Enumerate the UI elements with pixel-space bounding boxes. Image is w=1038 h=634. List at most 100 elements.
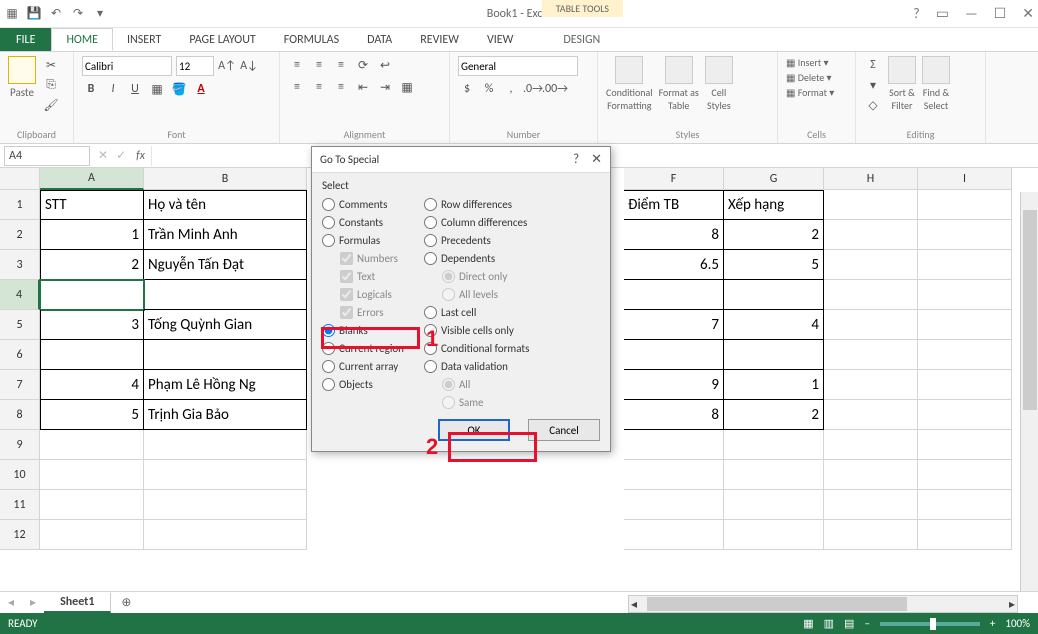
tab-design[interactable]: DESIGN bbox=[549, 28, 614, 51]
radio-data-validation[interactable]: Data validation bbox=[424, 360, 529, 373]
clear-icon[interactable]: ◇ bbox=[864, 96, 882, 114]
help-icon[interactable]: ? bbox=[913, 5, 920, 22]
cell[interactable] bbox=[624, 520, 724, 550]
radio-formulas[interactable]: Formulas bbox=[322, 234, 404, 247]
hscroll-left-icon[interactable]: ◂ bbox=[631, 597, 637, 612]
cell[interactable]: 8 bbox=[624, 220, 724, 250]
ok-button[interactable]: OK bbox=[438, 419, 510, 441]
cell[interactable]: 2 bbox=[40, 250, 144, 280]
cell[interactable]: Nguyễn Tấn Đạt bbox=[144, 250, 307, 280]
cell[interactable] bbox=[918, 490, 1012, 520]
cell[interactable] bbox=[918, 520, 1012, 550]
copy-icon[interactable]: ⎘ bbox=[42, 76, 60, 94]
underline-button[interactable]: U bbox=[126, 80, 144, 98]
radio-col-diff[interactable]: Column differences bbox=[424, 216, 529, 229]
cell[interactable]: Tống Quỳnh Gian bbox=[144, 310, 307, 340]
cell[interactable]: Xếp hạng bbox=[724, 190, 824, 220]
row-header[interactable]: 10 bbox=[0, 460, 40, 490]
cell[interactable] bbox=[918, 370, 1012, 400]
cell[interactable] bbox=[824, 250, 918, 280]
cell[interactable] bbox=[824, 220, 918, 250]
cell[interactable]: 3 bbox=[40, 310, 144, 340]
cancel-formula-icon[interactable]: ✕ bbox=[94, 148, 112, 163]
cell[interactable] bbox=[824, 370, 918, 400]
cell[interactable] bbox=[40, 490, 144, 520]
radio-current-array[interactable]: Current array bbox=[322, 360, 404, 373]
radio-blanks[interactable]: Blanks bbox=[322, 324, 404, 337]
undo-icon[interactable]: ↶ bbox=[48, 6, 64, 22]
cell[interactable] bbox=[824, 310, 918, 340]
cell[interactable] bbox=[918, 340, 1012, 370]
cell[interactable] bbox=[824, 280, 918, 310]
conditional-formatting-button[interactable]: Conditional Formatting bbox=[606, 56, 653, 112]
row-header[interactable]: 4 bbox=[0, 280, 40, 310]
cell[interactable] bbox=[918, 400, 1012, 430]
align-bottom-icon[interactable]: ≡ bbox=[332, 56, 350, 74]
row-header[interactable]: 6 bbox=[0, 340, 40, 370]
cell[interactable] bbox=[724, 460, 824, 490]
insert-cells-button[interactable]: ▦ Insert ▾ bbox=[786, 56, 847, 69]
cell[interactable] bbox=[40, 280, 144, 310]
tab-insert[interactable]: INSERT bbox=[113, 28, 175, 51]
radio-dependents[interactable]: Dependents bbox=[424, 252, 529, 265]
select-all-corner[interactable] bbox=[0, 168, 40, 190]
close-icon[interactable]: ✕ bbox=[1022, 5, 1034, 22]
cell[interactable]: 5 bbox=[724, 250, 824, 280]
sheet-nav-next-icon[interactable]: ▸ bbox=[22, 595, 44, 610]
col-header-I[interactable]: I bbox=[918, 168, 1012, 190]
italic-button[interactable]: I bbox=[104, 80, 122, 98]
cell[interactable] bbox=[824, 460, 918, 490]
radio-comments[interactable]: Comments bbox=[322, 198, 404, 211]
cell[interactable] bbox=[40, 460, 144, 490]
fill-color-icon[interactable]: 🪣 bbox=[170, 80, 188, 98]
radio-last-cell[interactable]: Last cell bbox=[424, 306, 529, 319]
cancel-button[interactable]: Cancel bbox=[528, 419, 600, 441]
cell[interactable] bbox=[624, 340, 724, 370]
cell[interactable] bbox=[144, 280, 307, 310]
cell[interactable]: 2 bbox=[724, 220, 824, 250]
decrease-font-icon[interactable]: A↓ bbox=[240, 57, 258, 75]
tab-formulas[interactable]: FORMULAS bbox=[270, 28, 353, 51]
cell[interactable] bbox=[624, 460, 724, 490]
cell[interactable]: 4 bbox=[724, 310, 824, 340]
dialog-help-icon[interactable]: ? bbox=[573, 152, 579, 167]
cell[interactable] bbox=[824, 520, 918, 550]
view-normal-icon[interactable]: ▦ bbox=[803, 617, 813, 630]
zoom-slider[interactable] bbox=[880, 622, 980, 626]
cell[interactable]: 9 bbox=[624, 370, 724, 400]
enter-formula-icon[interactable]: ✓ bbox=[112, 148, 130, 163]
radio-objects[interactable]: Objects bbox=[322, 378, 404, 391]
row-header[interactable]: 9 bbox=[0, 430, 40, 460]
cell[interactable] bbox=[144, 430, 307, 460]
bold-button[interactable]: B bbox=[82, 80, 100, 98]
col-header-B[interactable]: B bbox=[144, 168, 307, 190]
paste-button[interactable]: Paste bbox=[8, 56, 36, 99]
font-color-icon[interactable]: A bbox=[192, 80, 210, 98]
horizontal-scrollbar[interactable]: ◂ ▸ bbox=[628, 595, 1018, 613]
cell[interactable] bbox=[144, 340, 307, 370]
cell[interactable] bbox=[824, 430, 918, 460]
tab-file[interactable]: FILE bbox=[0, 28, 51, 51]
row-header[interactable]: 7 bbox=[0, 370, 40, 400]
currency-icon[interactable]: $ bbox=[458, 80, 476, 98]
add-sheet-button[interactable]: ⊕ bbox=[111, 593, 141, 612]
cell[interactable] bbox=[724, 490, 824, 520]
col-header-F[interactable]: F bbox=[624, 168, 724, 190]
format-painter-icon[interactable]: 🖌 bbox=[42, 96, 60, 114]
minimize-icon[interactable]: — bbox=[965, 5, 978, 22]
cell[interactable] bbox=[918, 280, 1012, 310]
comma-icon[interactable]: , bbox=[502, 80, 520, 98]
row-header[interactable]: 8 bbox=[0, 400, 40, 430]
cell[interactable]: 4 bbox=[40, 370, 144, 400]
orientation-icon[interactable]: ⟳ bbox=[354, 56, 372, 74]
row-header[interactable]: 3 bbox=[0, 250, 40, 280]
cell[interactable] bbox=[624, 280, 724, 310]
cell[interactable] bbox=[824, 490, 918, 520]
decrease-decimal-icon[interactable]: .00→ bbox=[546, 80, 564, 98]
save-icon[interactable]: 💾 bbox=[26, 6, 42, 22]
cell-styles-button[interactable]: Cell Styles bbox=[705, 56, 733, 112]
cell[interactable] bbox=[40, 520, 144, 550]
increase-font-icon[interactable]: A↑ bbox=[218, 57, 236, 75]
cell[interactable] bbox=[824, 190, 918, 220]
cell[interactable] bbox=[918, 430, 1012, 460]
